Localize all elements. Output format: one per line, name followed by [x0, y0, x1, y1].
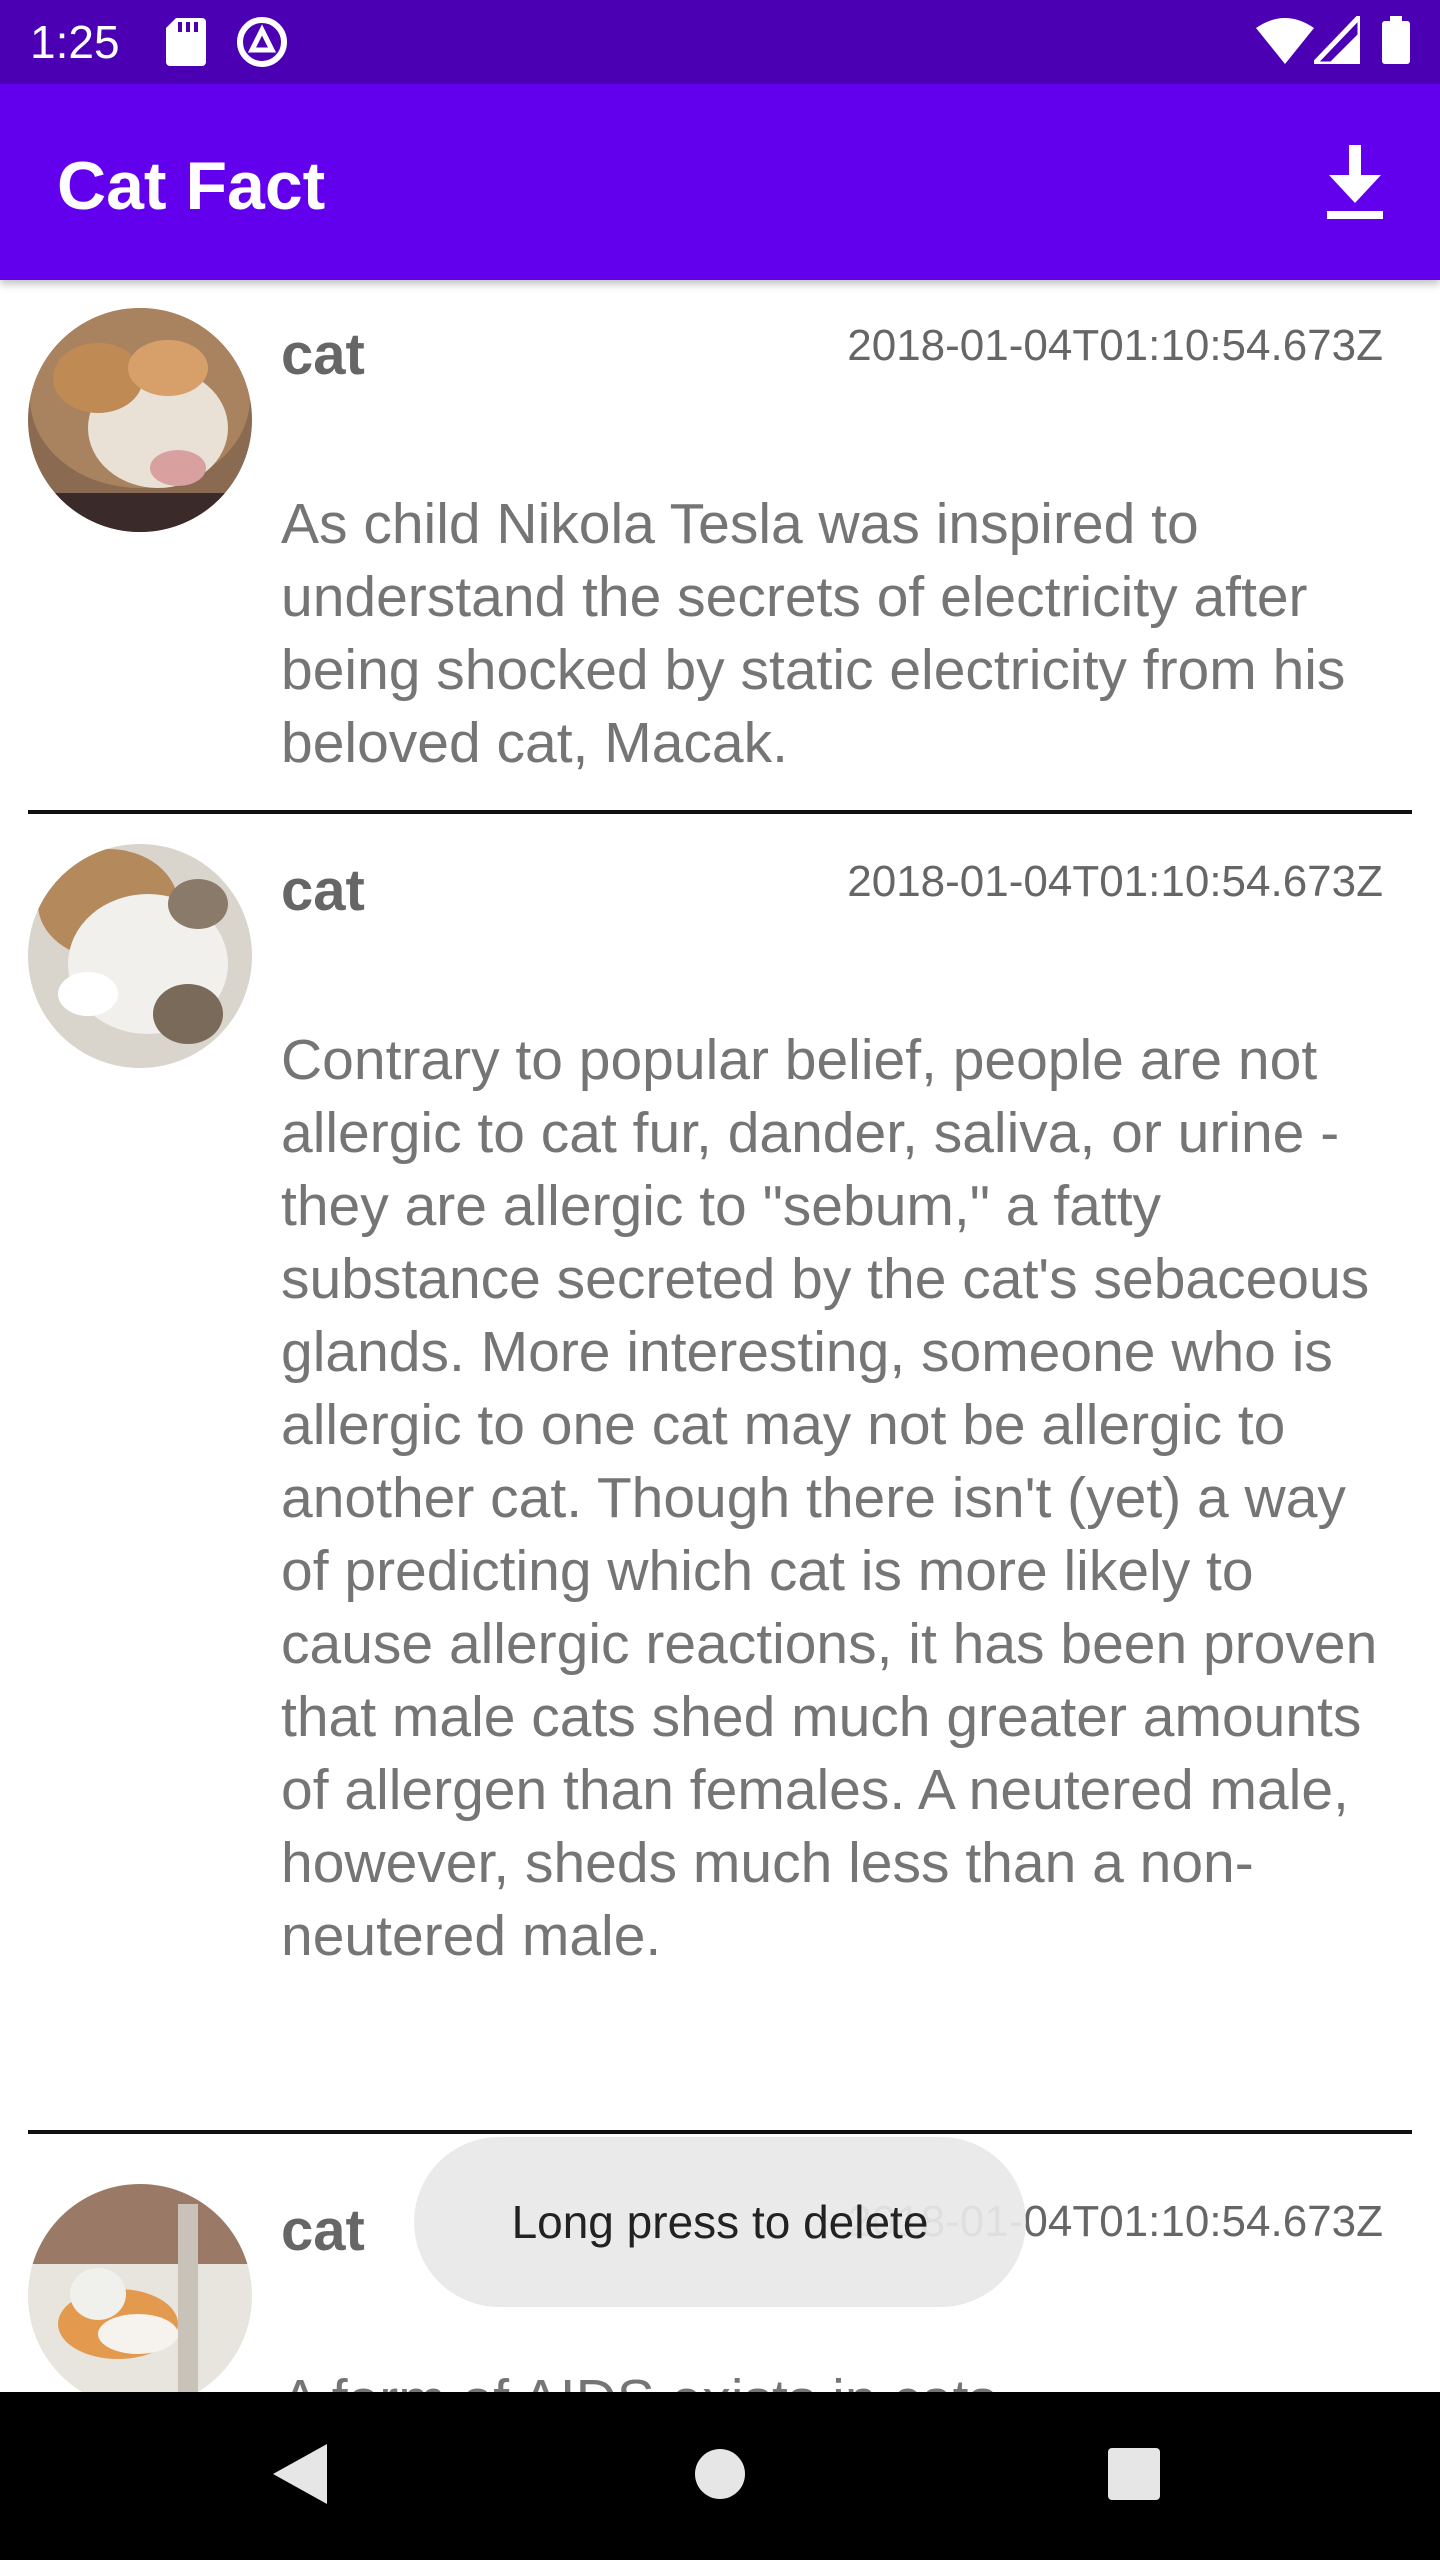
cat-avatar: [28, 844, 252, 1068]
sd-card-icon: [166, 18, 206, 71]
home-button[interactable]: [670, 2426, 770, 2526]
signal-icon: [1308, 9, 1363, 69]
home-icon: [694, 2448, 746, 2505]
toast-message: Long press to delete: [414, 2137, 1026, 2307]
fact-text: Contrary to popular belief, people are n…: [281, 1028, 1378, 1968]
list-item[interactable]: cat 2018-01-04T01:10:54.673Z Contrary to…: [0, 816, 1440, 2156]
fact-type: cat: [281, 2198, 365, 2263]
recents-icon: [1108, 2447, 1160, 2505]
recents-button[interactable]: [1084, 2426, 1184, 2526]
fact-date: 2018-01-04T01:10:54.673Z: [847, 321, 1383, 370]
status-bar: 1:25: [0, 0, 1440, 84]
app-title: Cat Fact: [57, 148, 326, 224]
fact-type: cat: [281, 322, 365, 387]
cat-photo-sleeping: [28, 308, 252, 532]
back-button[interactable]: [250, 2426, 350, 2526]
status-time: 1:25: [30, 16, 120, 68]
divider: [28, 2130, 1412, 2134]
list-item[interactable]: cat 2018-01-04T01:10:54.673Z As child Ni…: [0, 280, 1440, 816]
fact-type: cat: [281, 858, 365, 923]
download-button[interactable]: [1310, 140, 1400, 230]
navigation-bar: [0, 2392, 1440, 2560]
divider: [28, 810, 1412, 814]
battery-icon: [1382, 16, 1410, 69]
back-icon: [273, 2443, 327, 2509]
screen: 1:25 Cat Fact cat 2018-01-04T01:10:54.67…: [0, 0, 1440, 2560]
sync-icon: [236, 16, 288, 73]
cat-photo-kitten: [28, 2184, 252, 2392]
cat-avatar: [28, 308, 252, 532]
fact-date: 2018-01-04T01:10:54.673Z: [847, 857, 1383, 906]
fact-text: A form of AIDS exists in cats.: [281, 2364, 1391, 2392]
fact-text: As child Nikola Tesla was inspired to un…: [281, 492, 1346, 775]
download-icon: [1325, 144, 1385, 226]
cat-avatar: [28, 2184, 252, 2392]
wifi-icon: [1256, 16, 1314, 69]
app-bar: Cat Fact: [0, 84, 1440, 280]
fact-list[interactable]: cat 2018-01-04T01:10:54.673Z As child Ni…: [0, 280, 1440, 2392]
cat-photo-belly: [28, 844, 252, 1068]
